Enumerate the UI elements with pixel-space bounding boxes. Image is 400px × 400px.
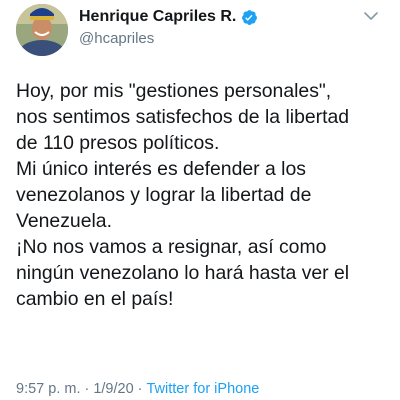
tweet-text: Hoy, por mis "gestiones personales", nos… [16, 78, 390, 312]
tweet-text-line: ¡No nos vamos a resignar, así como [16, 236, 327, 258]
tweet-text-line: cambio en el país! [16, 288, 174, 310]
tweet-date[interactable]: 1/9/20 [93, 381, 133, 397]
tweet-text-line: de 110 presos políticos. [16, 132, 220, 154]
tweet-text-line: Hoy, por mis "gestiones personales", [16, 80, 332, 102]
tweet-text-line: ningún venezolano lo hará hasta ver el [16, 262, 350, 284]
name-row: Henrique Capriles R. [79, 8, 258, 26]
tweet-source-link[interactable]: Twitter for iPhone [147, 381, 260, 397]
tweet-menu-button[interactable] [362, 8, 380, 26]
tweet-text-line: venezolanos y lograr la libertad de [16, 184, 312, 206]
tweet-text-line: nos sentimos satisfechos de la libertad [16, 106, 350, 128]
user-handle[interactable]: @hcapriles [79, 30, 154, 47]
meta-separator: · [137, 381, 143, 397]
profile-photo-image [16, 4, 68, 56]
tweet-header: Henrique Capriles R. @hcapriles [16, 0, 384, 58]
tweet-text-line: Mi único interés es defender a los [16, 158, 306, 180]
avatar[interactable] [16, 4, 68, 56]
display-name[interactable]: Henrique Capriles R. [79, 8, 236, 26]
verified-badge-icon [241, 9, 258, 26]
tweet-card: Henrique Capriles R. @hcapriles Hoy, por… [0, 0, 400, 400]
chevron-down-icon [364, 8, 378, 26]
meta-separator: · [84, 381, 90, 397]
tweet-time[interactable]: 9:57 p. m. [16, 381, 80, 397]
tweet-meta: 9:57 p. m. · 1/9/20 · Twitter for iPhone [16, 381, 259, 397]
tweet-text-line: Venezuela. [16, 210, 112, 232]
